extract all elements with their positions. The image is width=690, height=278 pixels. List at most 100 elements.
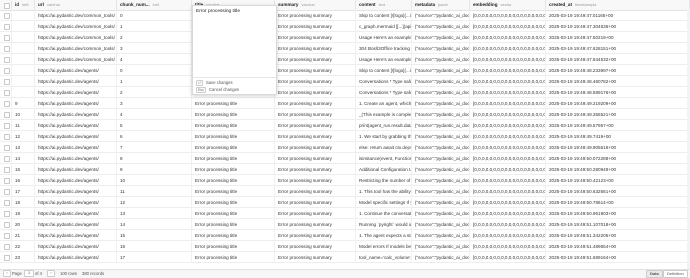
url-cell[interactable]: https://ai.pydantic.dev/agents/ xyxy=(35,175,117,186)
created-at-cell[interactable]: 2025-03-19 19:49:48.460782+00 xyxy=(546,76,690,87)
id-cell[interactable] xyxy=(12,10,35,21)
created-at-cell[interactable]: 2025-03-19 19:49:47.01165+00 xyxy=(546,10,690,21)
created-at-cell[interactable]: 2025-03-19 19:49:50.78614+00 xyxy=(546,197,690,208)
chunk-number-cell[interactable]: 6 xyxy=(117,131,192,142)
content-cell[interactable]: print(agent_run.result.data) #> Paris * … xyxy=(356,120,412,131)
embedding-cell[interactable]: [0,0,0,0,0,0,0,0,0,0,0,0,0,0,0,0,0,0,0 xyxy=(470,186,546,197)
id-cell[interactable] xyxy=(12,54,35,65)
select-all-checkbox[interactable] xyxy=(4,2,10,9)
embedding-cell[interactable]: [0,0,0,0,0,0,0,0,0,0,0,0,0,0,0,0,0,0,0 xyxy=(470,98,546,109)
chunk-number-cell[interactable]: 16 xyxy=(117,241,192,252)
row-checkbox[interactable] xyxy=(4,90,10,97)
url-cell[interactable]: https://ai.pydantic.dev/agents/ xyxy=(35,65,117,76)
content-cell[interactable]: Restricting the number of requests can b… xyxy=(356,175,412,186)
created-at-cell[interactable]: 2025-03-19 19:49:51.689164+00 xyxy=(546,252,690,263)
id-cell[interactable] xyxy=(12,65,35,76)
next-page-button[interactable]: › xyxy=(47,270,55,277)
id-cell[interactable] xyxy=(12,43,35,54)
id-cell[interactable]: 17 xyxy=(12,186,35,197)
row-select-cell[interactable] xyxy=(0,252,12,263)
table-row[interactable]: https://ai.pydantic.dev/common_tools/0 Er… xyxy=(0,10,690,21)
summary-cell[interactable]: Error processing summary xyxy=(275,219,356,230)
save-changes-action[interactable]: ⏎ Save changes xyxy=(196,80,233,86)
embedding-cell[interactable]: [0,0,0,0,0,0,0,0,0,0,0,0,0,0,0,0,0,0,0 xyxy=(470,142,546,153)
url-cell[interactable]: https://ai.pydantic.dev/agents/ xyxy=(35,142,117,153)
created-at-cell[interactable]: 2025-03-19 19:49:51.107018+00 xyxy=(546,219,690,230)
chunk-number-cell[interactable]: 5 xyxy=(117,120,192,131)
chunk-number-cell[interactable]: 2 xyxy=(117,87,192,98)
title-cell[interactable]: Error processing title xyxy=(192,241,275,252)
content-cell[interactable]: Model errors If models behave unexpecte xyxy=(356,241,412,252)
url-cell[interactable]: https://ai.pydantic.dev/agents/ xyxy=(35,153,117,164)
metadata-cell[interactable]: {"source":"pydantic_ai_docs","url_path": xyxy=(412,65,470,76)
row-checkbox[interactable] xyxy=(4,68,10,75)
column-header-metadata[interactable]: metadata jsonb xyxy=(412,0,470,10)
summary-cell[interactable]: Error processing summary xyxy=(275,98,356,109)
summary-cell[interactable]: Error processing summary xyxy=(275,241,356,252)
row-select-cell[interactable] xyxy=(0,208,12,219)
id-cell[interactable]: 19 xyxy=(12,208,35,219)
content-cell[interactable]: 304 Bosš3Office tracking sites (such as … xyxy=(356,43,412,54)
id-cell[interactable]: 22 xyxy=(12,241,35,252)
table-row[interactable]: https://ai.pydantic.dev/common_tools/3 Er… xyxy=(0,43,690,54)
row-checkbox[interactable] xyxy=(4,200,10,207)
row-checkbox[interactable] xyxy=(4,222,10,229)
url-cell[interactable]: https://ai.pydantic.dev/agents/ xyxy=(35,197,117,208)
created-at-cell[interactable]: 2025-03-19 19:49:51.489654+00 xyxy=(546,241,690,252)
embedding-cell[interactable]: [0,0,0,0,0,0,0,0,0,0,0,0,0,0,0,0,0,0,0 xyxy=(470,120,546,131)
url-cell[interactable]: https://ai.pydantic.dev/agents/ xyxy=(35,208,117,219)
content-cell[interactable]: Conversations * Type safe by design * Sy… xyxy=(356,87,412,98)
row-checkbox[interactable] xyxy=(4,233,10,240)
content-cell[interactable]: Conversations * Type safe by design * Sy… xyxy=(356,76,412,87)
metadata-cell[interactable]: {"source":"pydantic_ai_docs","url_path": xyxy=(412,87,470,98)
summary-cell[interactable]: Error processing summary xyxy=(275,175,356,186)
row-select-cell[interactable] xyxy=(0,21,12,32)
embedding-cell[interactable]: [0,0,0,0,0,0,0,0,0,0,0,0,0,0,0,0,0,0,0 xyxy=(470,208,546,219)
url-cell[interactable]: https://ai.pydantic.dev/agents/ xyxy=(35,219,117,230)
table-row[interactable]: 14 https://ai.pydantic.dev/agents/8 Error … xyxy=(0,153,690,164)
id-cell[interactable]: 23 xyxy=(12,252,35,263)
id-cell[interactable]: 20 xyxy=(12,219,35,230)
row-checkbox[interactable] xyxy=(4,156,10,163)
embedding-cell[interactable]: [0,0,0,0,0,0,0,0,0,0,0,0,0,0,0,0,0,0,0 xyxy=(470,175,546,186)
row-select-cell[interactable] xyxy=(0,54,12,65)
content-cell[interactable]: 1. This tool has the ability to retry 5 … xyxy=(356,186,412,197)
summary-cell[interactable]: Error processing summary xyxy=(275,76,356,87)
embedding-cell[interactable]: [0,0,0,0,0,0,0,0,0,0,0,0,0,0,0,0,0,0,0 xyxy=(470,54,546,65)
id-cell[interactable] xyxy=(12,21,35,32)
title-cell[interactable]: Error processing title xyxy=(192,142,275,153)
summary-cell[interactable]: Error processing summary xyxy=(275,230,356,241)
content-cell[interactable]: 1. The agent expects a string dependency xyxy=(356,230,412,241)
url-cell[interactable]: https://ai.pydantic.dev/agents/ xyxy=(35,230,117,241)
url-cell[interactable]: https://ai.pydantic.dev/common_tools/ xyxy=(35,21,117,32)
title-cell[interactable]: Error processing title xyxy=(192,131,275,142)
table-row[interactable]: 13 https://ai.pydantic.dev/agents/7 Error … xyxy=(0,142,690,153)
summary-cell[interactable]: Error processing summary xyxy=(275,54,356,65)
column-header-chunk-num[interactable]: chunk_num... int4 xyxy=(117,0,192,10)
created-at-cell[interactable]: 2025-03-19 19:49:50.072288+00 xyxy=(546,153,690,164)
chunk-number-cell[interactable]: 0 xyxy=(117,10,192,21)
cell-editor-textarea[interactable]: Error processing title xyxy=(196,9,240,14)
row-select-cell[interactable] xyxy=(0,131,12,142)
id-cell[interactable]: 14 xyxy=(12,153,35,164)
id-cell[interactable]: 10 xyxy=(12,109,35,120)
previous-page-button[interactable]: ‹ xyxy=(3,270,11,277)
created-at-cell[interactable]: 2025-03-19 19:49:49.905616+00 xyxy=(546,142,690,153)
embedding-cell[interactable]: [0,0,0,0,0,0,0,0,0,0,0,0,0,0,0,0,0,0,0 xyxy=(470,65,546,76)
summary-cell[interactable]: Error processing summary xyxy=(275,131,356,142)
column-header-id[interactable]: id int8 xyxy=(12,0,35,10)
url-cell[interactable]: https://ai.pydantic.dev/agents/ xyxy=(35,120,117,131)
title-cell[interactable]: Error processing title xyxy=(192,230,275,241)
chunk-number-cell[interactable]: 12 xyxy=(117,197,192,208)
row-select-cell[interactable] xyxy=(0,109,12,120)
metadata-cell[interactable]: {"source":"pydantic_ai_docs","url_path": xyxy=(412,54,470,65)
id-cell[interactable] xyxy=(12,32,35,43)
chunk-number-cell[interactable]: 2 xyxy=(117,32,192,43)
id-cell[interactable]: 21 xyxy=(12,230,35,241)
url-cell[interactable]: https://ai.pydantic.dev/agents/ xyxy=(35,164,117,175)
created-at-cell[interactable]: 2025-03-19 19:49:48.589176+00 xyxy=(546,87,690,98)
metadata-cell[interactable]: {"source":"pydantic_ai_docs","url_path": xyxy=(412,142,470,153)
created-at-cell[interactable]: 2025-03-19 19:49:50.42123+00 xyxy=(546,175,690,186)
chunk-number-cell[interactable]: 4 xyxy=(117,54,192,65)
table-row[interactable]: https://ai.pydantic.dev/agents/2 Error pr… xyxy=(0,87,690,98)
